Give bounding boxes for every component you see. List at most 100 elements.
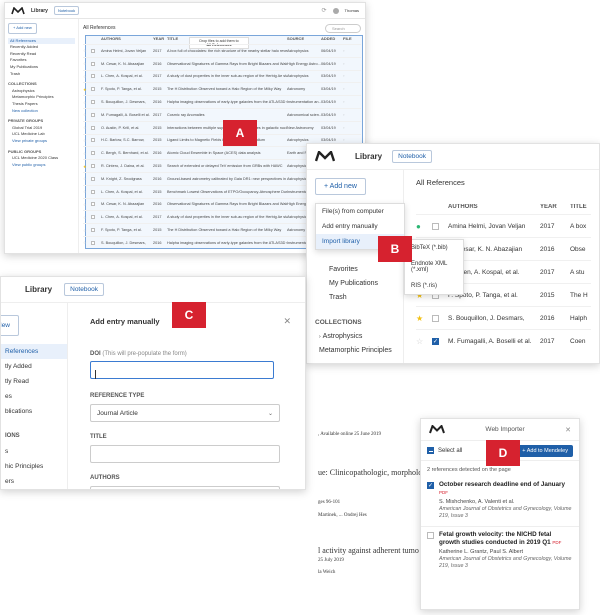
menu-item[interactable]: File(s) from computer bbox=[316, 204, 404, 219]
table-row[interactable]: ★ F. Spoto, P. Tanga, et al. 2015 The H Dis… bbox=[83, 82, 361, 95]
table-row[interactable]: ★ S. Bouquillon, J. Desmars, 2016 Halph bbox=[416, 306, 591, 329]
column-header[interactable]: YEAR bbox=[540, 204, 570, 210]
add-to-mendeley-button[interactable]: + Add to Mendeley bbox=[517, 444, 573, 457]
column-header[interactable]: AUTHORS bbox=[101, 36, 153, 44]
private-group-item[interactable]: UCL Medicine Lab bbox=[8, 131, 75, 138]
public-group-item[interactable]: View public groups bbox=[8, 162, 75, 169]
star-icon[interactable]: ☆ bbox=[83, 228, 91, 233]
sidebar-item[interactable]: es bbox=[1, 389, 67, 404]
row-checkbox[interactable] bbox=[91, 215, 95, 220]
doi-field[interactable] bbox=[90, 361, 274, 379]
column-header[interactable]: TITLE bbox=[167, 36, 287, 44]
sidebar-item[interactable]: tly Added bbox=[1, 359, 67, 374]
table-row[interactable]: ☆ S. Bouquillon, J. Desmars, 2016 Halpha im… bbox=[83, 95, 361, 108]
submenu-item[interactable]: Endnote XML (*.xml) bbox=[405, 256, 463, 278]
select-all-checkbox[interactable] bbox=[427, 447, 434, 454]
collection-item[interactable]: Thesis Papers bbox=[8, 101, 75, 108]
sidebar-item[interactable]: Trash bbox=[315, 291, 395, 305]
column-header[interactable]: TITLE bbox=[570, 204, 590, 210]
row-checkbox[interactable] bbox=[91, 240, 95, 245]
star-icon[interactable]: ☆ bbox=[83, 125, 91, 130]
table-row[interactable]: ☆ L. Chen, A. Kospal, et al. 2017 A study o… bbox=[83, 69, 361, 83]
star-icon[interactable]: ☆ bbox=[83, 138, 91, 143]
star-icon[interactable]: ☆ bbox=[83, 189, 91, 194]
file-icon[interactable]: ▫ bbox=[343, 100, 355, 104]
submenu-item[interactable]: BibTeX (*.bib) bbox=[405, 240, 463, 256]
add-new-button[interactable]: + Add new bbox=[8, 23, 37, 34]
reference-checkbox[interactable] bbox=[427, 532, 434, 539]
table-row[interactable]: ☆ ✓ M. Fumagalli, A. Boselli et al. 2017 Coe… bbox=[416, 329, 591, 352]
notebook-button[interactable]: Notebook bbox=[53, 6, 80, 15]
collection-item[interactable]: New collection bbox=[8, 108, 75, 115]
column-header[interactable]: AUTHORS bbox=[448, 204, 540, 210]
row-checkbox[interactable] bbox=[91, 125, 95, 130]
table-row[interactable]: ☆ M. Fumagalli, A. Boselli et al. 2017 Cosm… bbox=[83, 107, 361, 121]
collection-item[interactable]: Metamorphic Principles bbox=[315, 344, 395, 358]
collection-item[interactable]: Metamorphic Principles bbox=[8, 94, 75, 101]
row-checkbox[interactable]: ✓ bbox=[432, 337, 439, 345]
star-icon[interactable]: ★ bbox=[416, 314, 432, 323]
sidebar-item[interactable]: Recently Read bbox=[8, 51, 75, 58]
star-icon[interactable]: ☆ bbox=[83, 61, 91, 66]
row-checkbox[interactable] bbox=[91, 202, 95, 207]
file-icon[interactable]: ▫ bbox=[343, 138, 355, 142]
sidebar-item[interactable]: Favorites bbox=[8, 57, 75, 64]
star-icon[interactable]: ☆ bbox=[83, 112, 91, 117]
public-group-item[interactable]: UCL Medicine 2020 Class bbox=[8, 155, 75, 162]
star-icon[interactable]: ☆ bbox=[83, 100, 91, 105]
star-icon[interactable]: ☆ bbox=[416, 337, 432, 346]
sidebar-item[interactable]: My Publications bbox=[315, 277, 395, 291]
collection-item[interactable]: Astrophysics bbox=[8, 88, 75, 95]
row-checkbox[interactable] bbox=[91, 100, 95, 105]
star-icon[interactable]: ★ bbox=[83, 164, 91, 169]
close-icon[interactable]: ✕ bbox=[565, 426, 571, 434]
table-row[interactable]: ☆ Amina Helmi, Jovan Veljan 2017 A box full… bbox=[83, 44, 361, 57]
row-checkbox[interactable] bbox=[91, 228, 95, 233]
submenu-item[interactable]: RIS (*.ris) bbox=[405, 278, 463, 294]
menu-item[interactable]: Add entry manually bbox=[316, 219, 404, 234]
star-icon[interactable]: ☆ bbox=[83, 202, 91, 207]
sidebar-item[interactable]: Favorites bbox=[315, 263, 395, 277]
table-row[interactable]: ● Amina Helmi, Jovan Veljan 2017 A box bbox=[416, 214, 591, 237]
private-group-item[interactable]: Global Trial 2019 bbox=[8, 125, 75, 132]
star-icon[interactable]: ● bbox=[416, 222, 432, 231]
new-button[interactable]: New bbox=[1, 315, 20, 336]
sidebar-item[interactable]: Trash bbox=[8, 71, 75, 78]
collection-item[interactable]: ers bbox=[5, 474, 67, 489]
column-header[interactable]: SOURCE bbox=[287, 36, 321, 44]
star-icon[interactable]: ☆ bbox=[83, 74, 91, 79]
reference-item[interactable]: Fetal growth velocity: the NICHD fetal g… bbox=[421, 527, 579, 576]
column-header[interactable]: YEAR bbox=[153, 36, 167, 44]
sidebar-item[interactable]: References bbox=[1, 344, 67, 359]
star-icon[interactable]: ☆ bbox=[83, 48, 91, 53]
table-row[interactable]: ☆ M. Cesar, K. N. Abazajian 2016 Observatio… bbox=[83, 56, 361, 70]
row-checkbox[interactable] bbox=[91, 164, 95, 169]
search-input[interactable]: Search bbox=[325, 23, 361, 33]
row-checkbox[interactable] bbox=[91, 189, 95, 194]
collection-item[interactable]: hic Principles bbox=[5, 459, 67, 474]
private-group-item[interactable]: View private groups bbox=[8, 138, 75, 145]
table-row[interactable]: ☆ O. Austin, P. Krill, et al. 2015 Interact… bbox=[83, 120, 361, 134]
sync-icon[interactable]: ⟳ bbox=[322, 7, 327, 14]
avatar[interactable] bbox=[332, 7, 339, 14]
title-field[interactable] bbox=[90, 445, 280, 463]
column-header[interactable]: ADDED bbox=[321, 36, 343, 44]
sidebar-item[interactable]: tly Read bbox=[1, 374, 67, 389]
star-icon[interactable]: ★ bbox=[83, 87, 91, 92]
star-icon[interactable]: ☆ bbox=[83, 151, 91, 156]
row-checkbox[interactable] bbox=[91, 74, 95, 79]
file-icon[interactable]: ▫ bbox=[343, 126, 355, 130]
row-checkbox[interactable] bbox=[91, 176, 95, 181]
file-icon[interactable]: ▫ bbox=[343, 113, 355, 117]
notebook-button[interactable]: Notebook bbox=[392, 150, 432, 163]
row-checkbox[interactable] bbox=[432, 314, 439, 322]
row-checkbox[interactable] bbox=[91, 48, 95, 53]
reference-item[interactable]: ✓ October research deadline end of Januar… bbox=[421, 477, 579, 527]
row-checkbox[interactable] bbox=[91, 151, 95, 156]
sidebar-item[interactable]: Recently Added bbox=[8, 44, 75, 51]
row-checkbox[interactable] bbox=[91, 138, 95, 143]
sidebar-item[interactable]: blications bbox=[1, 404, 67, 419]
star-icon[interactable]: ☆ bbox=[83, 215, 91, 220]
sidebar-item[interactable]: My Publications bbox=[8, 64, 75, 71]
file-icon[interactable]: ▫ bbox=[343, 62, 355, 66]
